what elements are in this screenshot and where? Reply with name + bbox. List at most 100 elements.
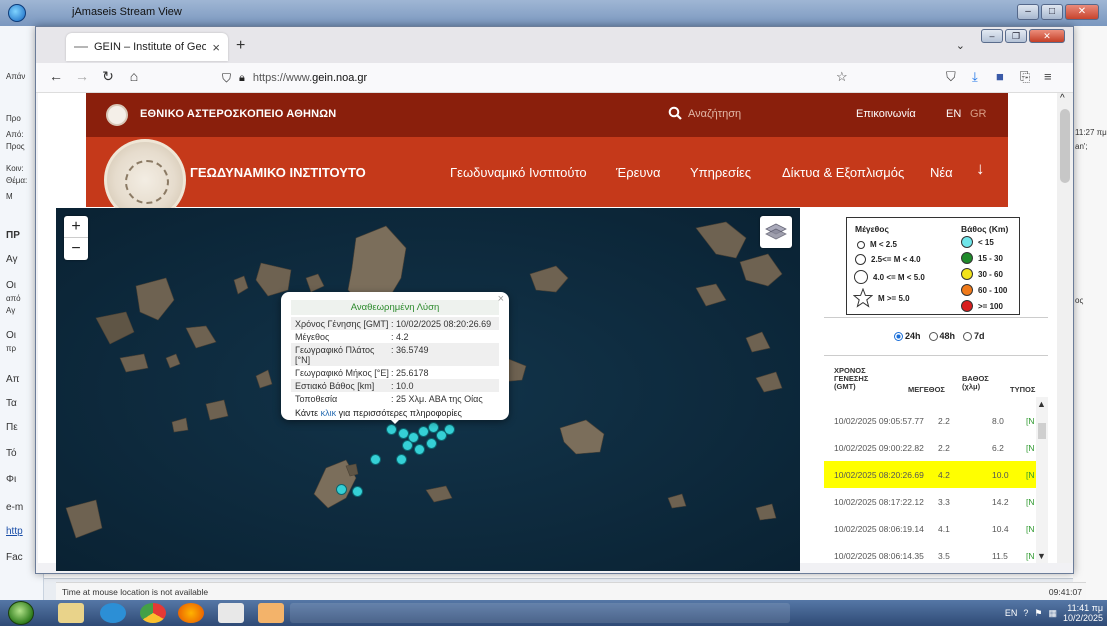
earthquake-marker[interactable] xyxy=(336,484,347,495)
lang-gr-link[interactable]: GR xyxy=(970,108,987,120)
menu-item-institute[interactable]: Γεωδυναμικό Ινστιτούτο xyxy=(450,165,587,180)
contact-link[interactable]: Επικοινωνία xyxy=(856,108,916,120)
menu-item-research[interactable]: Έρευνα xyxy=(616,165,661,180)
header-time[interactable]: ΧΡΟΝΟΣ ΓΕΝΕΣΗΣ (GMT) xyxy=(834,367,868,391)
scroll-up-icon[interactable]: ^ xyxy=(1060,93,1065,104)
close-icon[interactable]: ✕ xyxy=(1065,4,1099,20)
downloads-icon[interactable]: ⤓ xyxy=(972,69,978,85)
layers-button[interactable] xyxy=(760,216,792,248)
menu-item-networks[interactable]: Δίκτυα & Εξοπλισμός xyxy=(782,165,904,180)
earthquake-marker[interactable] xyxy=(402,440,413,451)
more-info-link[interactable]: κλικ xyxy=(321,408,337,418)
zoom-in-button[interactable]: + xyxy=(64,216,88,238)
search-icon[interactable] xyxy=(668,106,682,120)
table-row[interactable]: 10/02/2025 08:06:19.14 4.1 10.4 [Ν xyxy=(824,515,1038,542)
earthquake-marker[interactable] xyxy=(352,486,363,497)
bg-doc-text: Αγ xyxy=(6,254,18,265)
minimize-icon[interactable]: – xyxy=(981,29,1003,43)
depth-color-swatch xyxy=(961,236,973,248)
table-row[interactable]: 10/02/2025 08:06:14.35 3.5 11.5 [Ν xyxy=(824,542,1038,563)
new-tab-button[interactable]: + xyxy=(236,37,245,55)
firefox-icon[interactable] xyxy=(178,603,204,623)
restore-icon[interactable]: ❐ xyxy=(1005,29,1027,43)
bg-doc-link[interactable]: http xyxy=(6,526,23,537)
page-scrollbar[interactable]: ^ xyxy=(1057,93,1073,563)
pocket-icon[interactable]: ⛉ xyxy=(946,69,956,85)
share-icon[interactable]: ⎘ xyxy=(1020,69,1030,85)
close-icon[interactable]: ✕ xyxy=(1029,29,1065,43)
cell-depth: 6.2 xyxy=(992,443,1004,453)
search-input[interactable]: Αναζήτηση xyxy=(688,108,741,120)
shield-icon[interactable]: ⛉ xyxy=(222,71,231,86)
table-row-highlighted[interactable]: 10/02/2025 08:20:26.69 4.2 10.0 [Ν xyxy=(824,461,1038,488)
institute-title[interactable]: ΓΕΩΔΥΝΑΜΙΚΟ ΙΝΣΤΙΤΟΥΤΟ xyxy=(190,165,366,180)
earthquake-marker[interactable] xyxy=(444,424,455,435)
cell-type-link[interactable]: [Ν xyxy=(1026,551,1035,561)
url-bar[interactable]: ⛉ 🔒︎ https://www.gein.noa.gr xyxy=(222,67,842,89)
clock[interactable]: 11:41 πμ 10/2/2025 xyxy=(1063,603,1103,623)
table-row[interactable]: 10/02/2025 09:05:57.77 2.2 8.0 [Ν xyxy=(824,407,1038,434)
list-tabs-chevron-down-icon[interactable]: ⌄ xyxy=(956,39,965,52)
observatory-name[interactable]: ΕΘΝΙΚΟ ΑΣΤΕΡΟΣΚΟΠΕΙΟ ΑΘΗΝΩΝ xyxy=(140,108,336,120)
edge-icon[interactable] xyxy=(100,603,126,623)
extension-icon[interactable]: ■ xyxy=(996,69,1004,84)
legend-label: 30 - 60 xyxy=(978,269,1003,279)
table-scrollbar[interactable]: ▲ ▼ xyxy=(1036,397,1048,563)
earthquake-marker[interactable] xyxy=(396,454,407,465)
cell-type-link[interactable]: [Ν xyxy=(1026,416,1035,426)
network-icon[interactable]: ▦ xyxy=(1048,608,1057,619)
menu-item-news[interactable]: Νέα xyxy=(930,165,953,180)
table-row[interactable]: 10/02/2025 09:00:22.82 2.2 6.2 [Ν xyxy=(824,434,1038,461)
earthquake-marker[interactable] xyxy=(426,438,437,449)
radio-24h[interactable]: 24h xyxy=(894,331,921,342)
menu-icon[interactable]: ≡ xyxy=(1044,69,1052,84)
radio-icon[interactable] xyxy=(928,332,938,342)
tab-gein[interactable]: GEIN – Institute of Geodynamic × xyxy=(66,33,228,61)
back-arrow-icon[interactable]: ← xyxy=(46,68,66,84)
bookmark-star-icon[interactable]: ☆ xyxy=(836,69,848,85)
scroll-thumb[interactable] xyxy=(1038,423,1046,439)
popup-close-icon[interactable]: × xyxy=(498,293,504,305)
earthquake-map[interactable]: + − × Αναθεωρημένη Λύση Χρόνος Γένησης [… xyxy=(56,208,800,571)
forward-arrow-icon[interactable]: → xyxy=(72,68,92,84)
cell-type-link[interactable]: [Ν xyxy=(1026,497,1035,507)
file-explorer-icon[interactable] xyxy=(58,603,84,623)
cell-type-link[interactable]: [Ν xyxy=(1026,524,1035,534)
table-row[interactable]: 10/02/2025 08:17:22.12 3.3 14.2 [Ν xyxy=(824,488,1038,515)
header-type[interactable]: ΤΥΠΟΣ xyxy=(1010,385,1035,394)
url-text[interactable]: https://www.gein.noa.gr xyxy=(253,72,367,84)
radio-icon[interactable] xyxy=(963,332,973,342)
zoom-out-button[interactable]: − xyxy=(64,238,88,260)
seismograph-app-icon[interactable] xyxy=(218,603,244,623)
start-button[interactable] xyxy=(8,601,34,625)
chrome-icon[interactable] xyxy=(140,603,166,623)
scroll-thumb[interactable] xyxy=(1060,109,1070,183)
home-icon[interactable]: ⌂ xyxy=(124,68,144,84)
cell-type-link[interactable]: [Ν xyxy=(1026,470,1035,480)
lang-en-link[interactable]: EN xyxy=(946,108,961,120)
scroll-up-icon[interactable]: ▲ xyxy=(1037,399,1046,409)
language-indicator[interactable]: EN xyxy=(1005,608,1018,618)
tab-close-icon[interactable]: × xyxy=(212,40,220,55)
header-depth[interactable]: ΒΑΘΟΣ (χλμ) xyxy=(962,375,989,391)
help-icon[interactable]: ? xyxy=(1023,608,1028,618)
flag-icon[interactable]: ⚑ xyxy=(1034,608,1042,619)
menu-item-services[interactable]: Υπηρεσίες xyxy=(690,165,751,180)
popup-row: Μέγεθος: 4.2 xyxy=(291,330,499,343)
maximize-icon[interactable]: □ xyxy=(1041,4,1063,20)
mail-app-icon[interactable] xyxy=(258,603,284,623)
radio-icon[interactable] xyxy=(894,332,903,342)
cell-type-link[interactable]: [Ν xyxy=(1026,443,1035,453)
reload-icon[interactable]: ↻ xyxy=(98,68,118,85)
earthquake-marker[interactable] xyxy=(414,444,425,455)
down-arrow-icon[interactable]: ↓ xyxy=(976,159,985,179)
taskbar-open-windows[interactable] xyxy=(290,603,790,623)
minimize-icon[interactable]: – xyxy=(1017,4,1039,20)
radio-48h[interactable]: 48h xyxy=(928,331,955,342)
observatory-logo-icon[interactable] xyxy=(106,104,128,126)
earthquake-marker[interactable] xyxy=(370,454,381,465)
scroll-down-icon[interactable]: ▼ xyxy=(1037,551,1046,561)
radio-7d[interactable]: 7d xyxy=(963,331,985,342)
header-magnitude[interactable]: ΜΕΓΕΘΟΣ xyxy=(908,385,945,394)
lock-icon[interactable]: 🔒︎ xyxy=(239,72,245,85)
